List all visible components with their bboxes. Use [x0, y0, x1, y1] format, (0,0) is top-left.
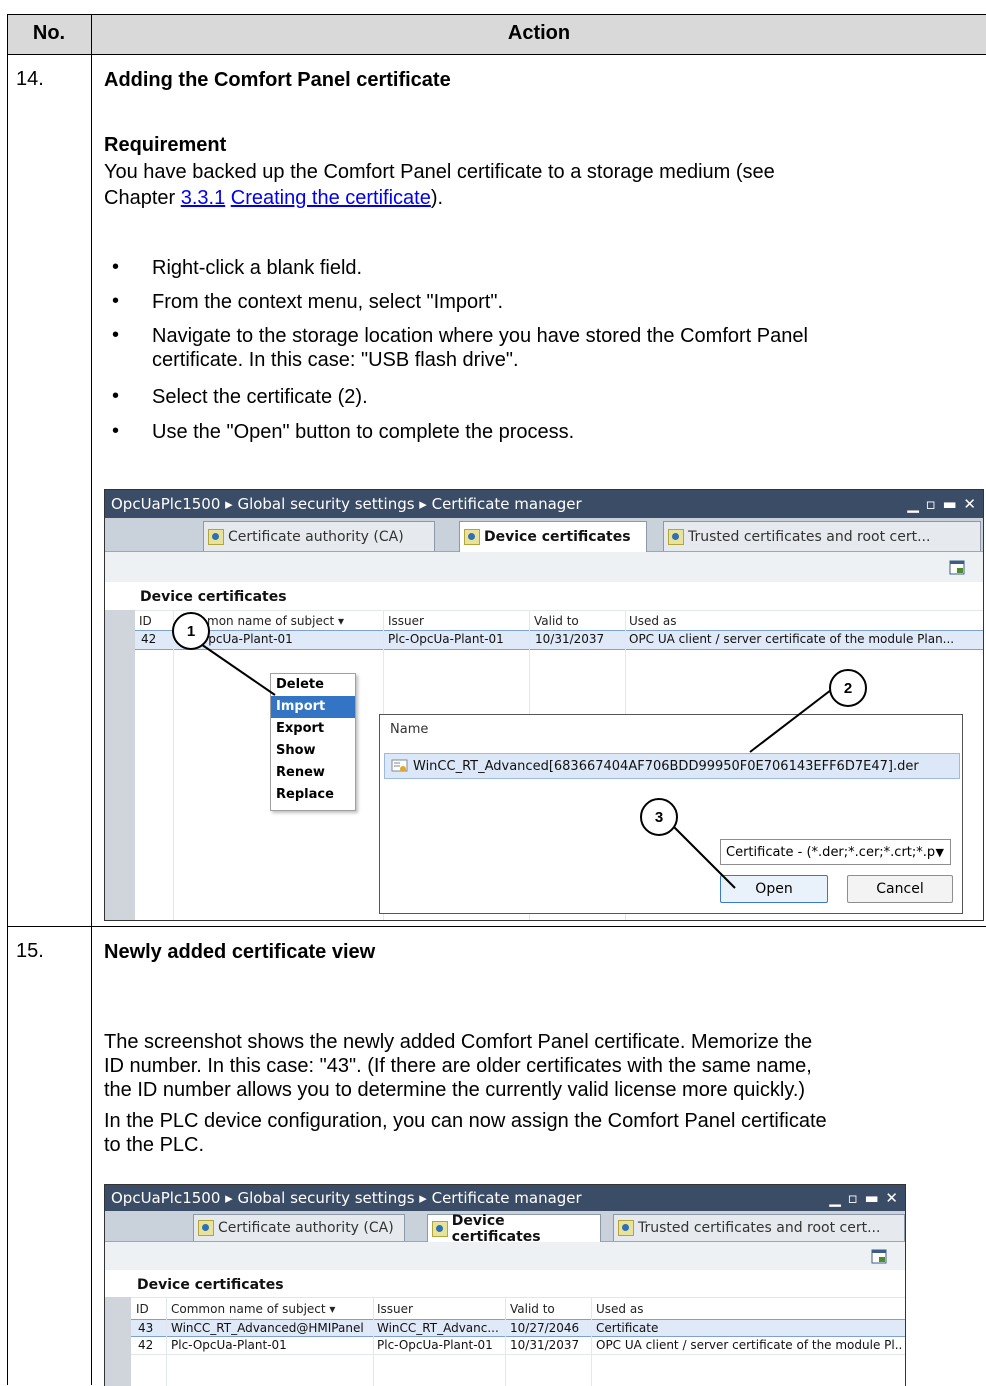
step-15-paragraph-1-line3: the ID number allows you to determine th…	[104, 1079, 806, 1101]
table-divider	[91, 14, 92, 1385]
toolbar	[105, 1242, 905, 1270]
tab-label: Certificate authority (CA)	[218, 1220, 394, 1236]
cell-used-as: Certificate	[596, 1321, 659, 1335]
creating-certificate-link[interactable]: Creating the certificate	[231, 187, 431, 209]
bullet-item: Navigate to the storage location where y…	[152, 325, 808, 347]
window-controls[interactable]: ▁ ▫ ▬ ✕	[829, 1185, 899, 1211]
document-page: No. Action 14. Adding the Comfort Panel …	[0, 0, 986, 1386]
column-header-issuer[interactable]: Issuer	[377, 1302, 413, 1316]
tab-trusted-certificates[interactable]: Trusted certificates and root cert...	[613, 1214, 905, 1241]
tab-label: Trusted certificates and root cert...	[638, 1220, 881, 1236]
cell-issuer: Plc-OpcUa-Plant-01	[377, 1338, 493, 1352]
tab-strip: Certificate authority (CA) Device certif…	[105, 1211, 905, 1245]
tab-device-certificates[interactable]: Device certificates	[427, 1212, 601, 1245]
section-title-device-certificates: Device certificates	[137, 1277, 284, 1293]
bullet-item: Use the "Open" button to complete the pr…	[152, 421, 575, 443]
screenshot-certificate-manager-import: OpcUaPlc1500 ▸ Global security settings …	[104, 489, 984, 921]
column-header-id[interactable]: ID	[136, 1302, 149, 1316]
bullet-dot: •	[112, 290, 120, 312]
cell-id: 43	[138, 1321, 154, 1335]
breadcrumb: OpcUaPlc1500 ▸ Global security settings …	[111, 1189, 582, 1207]
bullet-item-continued: certificate. In this case: "USB flash dr…	[152, 349, 519, 371]
window-titlebar: OpcUaPlc1500 ▸ Global security settings …	[105, 1185, 905, 1211]
requirement-chapter-label: Chapter	[104, 187, 181, 209]
row-gutter	[105, 1297, 131, 1386]
certificate-icon	[198, 1220, 214, 1236]
step-14-title: Adding the Comfort Panel certificate	[104, 69, 451, 91]
step-number-14: 14.	[16, 68, 44, 90]
table-border-left	[7, 14, 8, 1385]
cell-common-name: WinCC_RT_Advanced@HMIPanel	[171, 1321, 364, 1335]
bullet-item: From the context menu, select "Import".	[152, 291, 503, 313]
bullet-dot: •	[112, 385, 120, 407]
callout-2: 2	[829, 669, 867, 707]
cell-common-name: Plc-OpcUa-Plant-01	[171, 1338, 287, 1352]
chapter-number-link[interactable]: 3.3.1	[181, 187, 225, 209]
callout-1: 1	[172, 612, 210, 650]
column-header-used-as[interactable]: Used as	[596, 1302, 643, 1316]
cell-valid-to: 10/31/2037	[510, 1338, 580, 1352]
requirement-close: ).	[430, 187, 444, 209]
grid-column-line	[505, 1297, 506, 1386]
grid-line	[131, 1297, 905, 1298]
cell-valid-to: 10/27/2046	[510, 1321, 580, 1335]
certificate-icon	[432, 1220, 448, 1237]
grid-line	[131, 1354, 905, 1355]
requirement-heading: Requirement	[104, 134, 227, 156]
step-number-15: 15.	[16, 940, 44, 962]
tab-certificate-authority[interactable]: Certificate authority (CA)	[193, 1214, 405, 1241]
screenshot-certificate-manager-result: OpcUaPlc1500 ▸ Global security settings …	[104, 1184, 906, 1386]
column-header-action: Action	[507, 22, 571, 44]
grid-column-line	[166, 1297, 167, 1386]
bullet-item: Right-click a blank field.	[152, 257, 363, 279]
requirement-text-line1: You have backed up the Comfort Panel cer…	[104, 161, 775, 183]
cell-used-as: OPC UA client / server certificate of th…	[596, 1338, 901, 1352]
bullet-dot: •	[112, 420, 120, 442]
bullet-dot: •	[112, 324, 120, 346]
cell-id: 42	[138, 1338, 154, 1352]
row-divider	[7, 926, 986, 927]
column-header-valid-to[interactable]: Valid to	[510, 1302, 555, 1316]
step-15-paragraph-2-line1: In the PLC device configuration, you can…	[104, 1110, 827, 1132]
step-15-paragraph-1-line1: The screenshot shows the newly added Com…	[104, 1031, 813, 1053]
step-15-paragraph-2-line2: to the PLC.	[104, 1134, 205, 1156]
trusted-certificate-icon	[618, 1220, 634, 1236]
column-header-no: No.	[32, 22, 66, 44]
requirement-text-line2: Chapter 3.3.1 Creating the certificate).	[104, 186, 443, 210]
grid-column-line	[373, 1297, 374, 1386]
callout-3: 3	[640, 798, 678, 836]
bullet-dot: •	[112, 256, 120, 278]
export-list-icon[interactable]	[871, 1249, 887, 1264]
grid-column-line	[591, 1297, 592, 1386]
step-15-paragraph-1-line2: ID number. In this case: "43". (If there…	[104, 1055, 812, 1077]
column-header-common-name[interactable]: Common name of subject ▾	[171, 1302, 371, 1316]
bullet-item: Select the certificate (2).	[152, 386, 368, 408]
step-15-title: Newly added certificate view	[104, 941, 376, 963]
cell-issuer: WinCC_RT_Advanc...	[377, 1321, 499, 1335]
tab-label: Device certificates	[451, 1212, 541, 1245]
